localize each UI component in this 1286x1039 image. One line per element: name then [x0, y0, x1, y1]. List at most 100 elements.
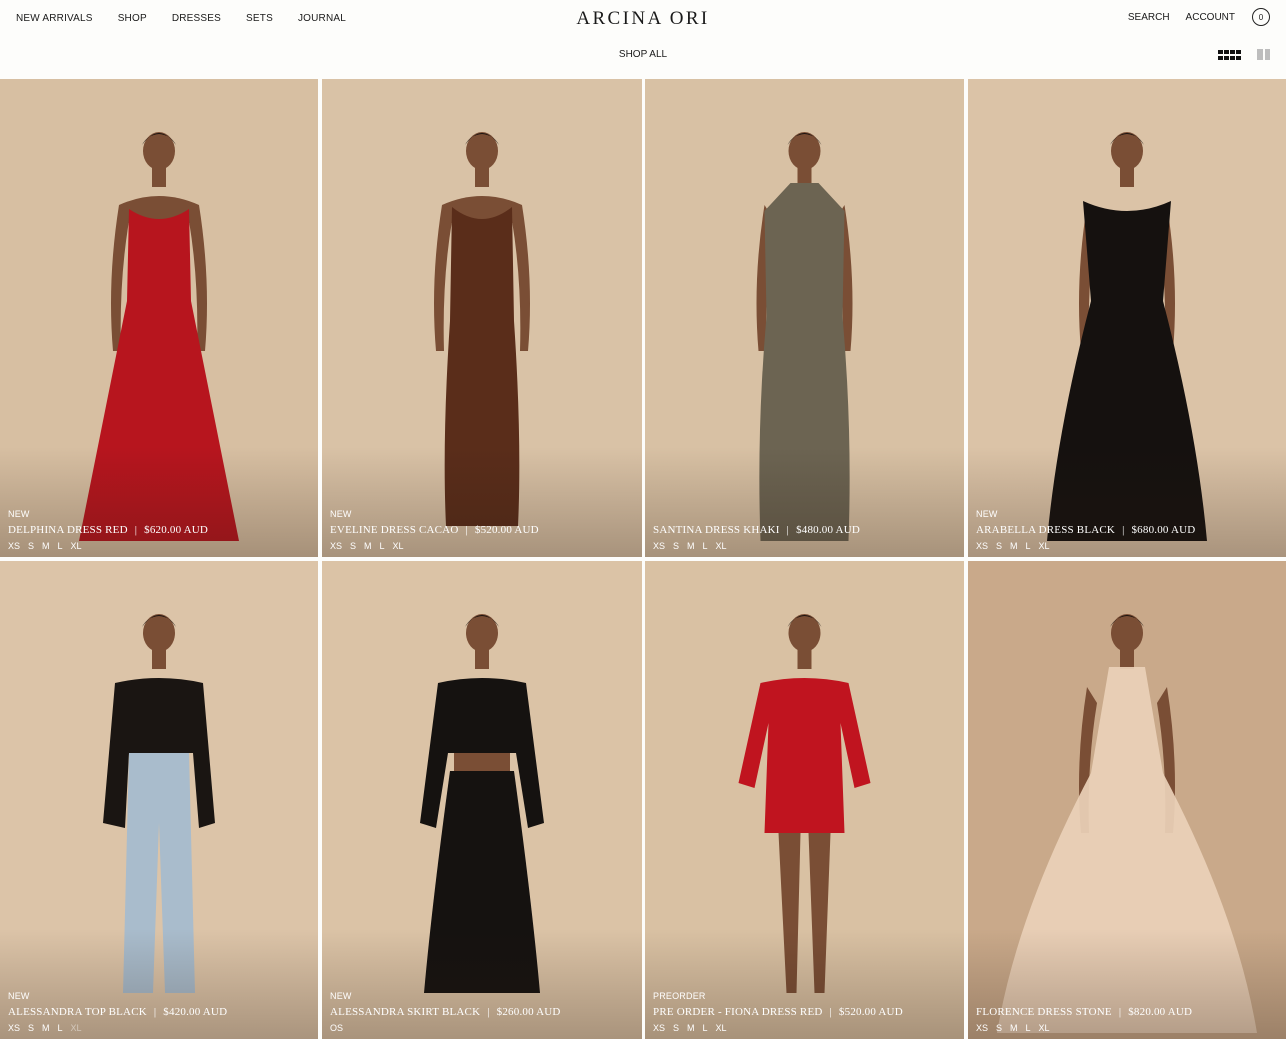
separator: |: [1122, 524, 1125, 536]
size-options: XS S M L XL: [976, 1023, 1058, 1033]
subnav-shop-all[interactable]: SHOP ALL: [0, 49, 1286, 60]
size-option[interactable]: XL: [393, 541, 404, 551]
size-option[interactable]: M: [1010, 1023, 1018, 1033]
product-price: $480.00 AUD: [796, 524, 860, 536]
product-title[interactable]: PRE ORDER - FIONA DRESS RED | $520.00 AUD: [653, 1006, 903, 1018]
site-header: NEW ARRIVALS SHOP DRESSES SETS JOURNAL A…: [0, 0, 1286, 78]
product-card[interactable]: NEW DELPHINA DRESS RED | $620.00 AUD XS S M L XL: [0, 79, 318, 557]
size-option[interactable]: OS: [330, 1023, 343, 1033]
product-card[interactable]: NEW EVELINE DRESS CACAO | $520.00 AUD XS S M L X…: [322, 79, 642, 557]
size-option[interactable]: L: [703, 1023, 708, 1033]
size-options: XS S M L XL: [653, 541, 735, 551]
separator: |: [786, 524, 790, 536]
size-option[interactable]: XL: [716, 1023, 727, 1033]
size-option[interactable]: M: [687, 1023, 695, 1033]
product-tag: PREORDER: [653, 991, 706, 1001]
product-tag: NEW: [330, 991, 352, 1001]
product-tag: NEW: [8, 991, 30, 1001]
size-options: OS: [330, 1023, 351, 1033]
size-option[interactable]: S: [28, 1023, 34, 1033]
size-option[interactable]: M: [42, 541, 50, 551]
size-options: XS S M L XL: [330, 541, 412, 551]
grid-view-two-icon[interactable]: [1257, 49, 1270, 60]
size-option[interactable]: S: [28, 541, 34, 551]
size-option[interactable]: S: [996, 1023, 1002, 1033]
product-title[interactable]: FLORENCE DRESS STONE | $820.00 AUD: [976, 1006, 1192, 1018]
product-title[interactable]: EVELINE DRESS CACAO | $520.00 AUD: [330, 524, 539, 536]
size-option[interactable]: M: [364, 541, 372, 551]
separator: |: [1118, 1006, 1122, 1018]
size-option[interactable]: L: [1026, 541, 1031, 551]
image-shade: [322, 929, 642, 1039]
product-title[interactable]: ALESSANDRA TOP BLACK | $420.00 AUD: [8, 1006, 227, 1018]
product-tag: NEW: [8, 509, 30, 519]
size-option[interactable]: XS: [653, 1023, 665, 1033]
separator: |: [134, 524, 138, 536]
size-option[interactable]: L: [703, 541, 708, 551]
size-option[interactable]: S: [350, 541, 356, 551]
product-price: $620.00 AUD: [144, 524, 209, 536]
product-name[interactable]: FLORENCE DRESS STONE: [976, 1006, 1112, 1018]
size-option[interactable]: M: [42, 1023, 50, 1033]
product-tag: NEW: [330, 509, 352, 519]
size-option[interactable]: XS: [976, 541, 988, 551]
size-option[interactable]: XS: [8, 1023, 20, 1033]
product-name[interactable]: ALESSANDRA TOP BLACK: [8, 1006, 147, 1018]
cart-count-badge[interactable]: 0: [1252, 8, 1270, 26]
product-price: $420.00 AUD: [163, 1006, 228, 1018]
product-title[interactable]: ALESSANDRA SKIRT BLACK | $260.00 AUD: [330, 1006, 561, 1018]
size-options: XS S M L XL: [976, 541, 1058, 551]
product-title[interactable]: ARABELLA DRESS BLACK | $680.00 AUD: [976, 524, 1195, 536]
product-name[interactable]: SANTINA DRESS KHAKI: [653, 524, 780, 536]
product-card[interactable]: NEW ARABELLA DRESS BLACK | $680.00 AUD XS S M L…: [968, 79, 1286, 557]
size-option[interactable]: XS: [976, 1023, 988, 1033]
grid-view-four-icon[interactable]: [1218, 50, 1241, 60]
size-option[interactable]: XL: [1039, 1023, 1050, 1033]
product-card[interactable]: NEW ALESSANDRA SKIRT BLACK | $260.00 AUD OS: [322, 561, 642, 1039]
size-option[interactable]: L: [1026, 1023, 1031, 1033]
account-link[interactable]: ACCOUNT: [1186, 12, 1235, 23]
separator: |: [487, 1006, 490, 1018]
product-name[interactable]: EVELINE DRESS CACAO: [330, 524, 458, 536]
size-option[interactable]: XS: [653, 541, 665, 551]
product-price: $520.00 AUD: [474, 524, 539, 536]
size-option[interactable]: XS: [8, 541, 20, 551]
size-option[interactable]: M: [1010, 541, 1018, 551]
product-title[interactable]: SANTINA DRESS KHAKI | $480.00 AUD: [653, 524, 860, 536]
size-option[interactable]: XS: [330, 541, 342, 551]
separator: |: [829, 1006, 832, 1018]
size-option[interactable]: XL: [71, 1023, 82, 1033]
product-price: $520.00 AUD: [838, 1006, 903, 1018]
size-options: XS S M L XL: [8, 541, 90, 551]
separator: |: [153, 1006, 157, 1018]
product-tag: NEW: [976, 509, 998, 519]
product-name[interactable]: ARABELLA DRESS BLACK: [976, 524, 1115, 536]
size-option[interactable]: L: [58, 541, 63, 551]
size-option[interactable]: S: [673, 541, 679, 551]
size-option[interactable]: S: [673, 1023, 679, 1033]
size-options: XS S M L XL: [8, 1023, 90, 1033]
product-price: $680.00 AUD: [1131, 524, 1196, 536]
product-card[interactable]: NEW ALESSANDRA TOP BLACK | $420.00 AUD XS S M L…: [0, 561, 318, 1039]
size-option[interactable]: M: [687, 541, 695, 551]
size-option[interactable]: XL: [1039, 541, 1050, 551]
product-name[interactable]: ALESSANDRA SKIRT BLACK: [330, 1006, 480, 1018]
product-title[interactable]: DELPHINA DRESS RED | $620.00 AUD: [8, 524, 208, 536]
size-option[interactable]: L: [58, 1023, 63, 1033]
product-card[interactable]: PREORDER PRE ORDER - FIONA DRESS RED | $520…: [645, 561, 964, 1039]
size-option[interactable]: L: [380, 541, 385, 551]
separator: |: [465, 524, 468, 536]
search-link[interactable]: SEARCH: [1128, 12, 1170, 23]
product-name[interactable]: DELPHINA DRESS RED: [8, 524, 128, 536]
product-card[interactable]: FLORENCE DRESS STONE | $820.00 AUD XS S M L XL: [968, 561, 1286, 1039]
brand-logo[interactable]: ARCINA ORI: [0, 8, 1286, 30]
size-option[interactable]: XL: [716, 541, 727, 551]
product-price: $820.00 AUD: [1128, 1006, 1193, 1018]
size-options: XS S M L XL: [653, 1023, 735, 1033]
size-option[interactable]: XL: [71, 541, 82, 551]
size-option[interactable]: S: [996, 541, 1002, 551]
product-name[interactable]: PRE ORDER - FIONA DRESS RED: [653, 1006, 823, 1018]
utility-nav: SEARCH ACCOUNT 0: [1112, 8, 1270, 26]
product-price: $260.00 AUD: [496, 1006, 561, 1018]
product-card[interactable]: SANTINA DRESS KHAKI | $480.00 AUD XS S M L XL: [645, 79, 964, 557]
